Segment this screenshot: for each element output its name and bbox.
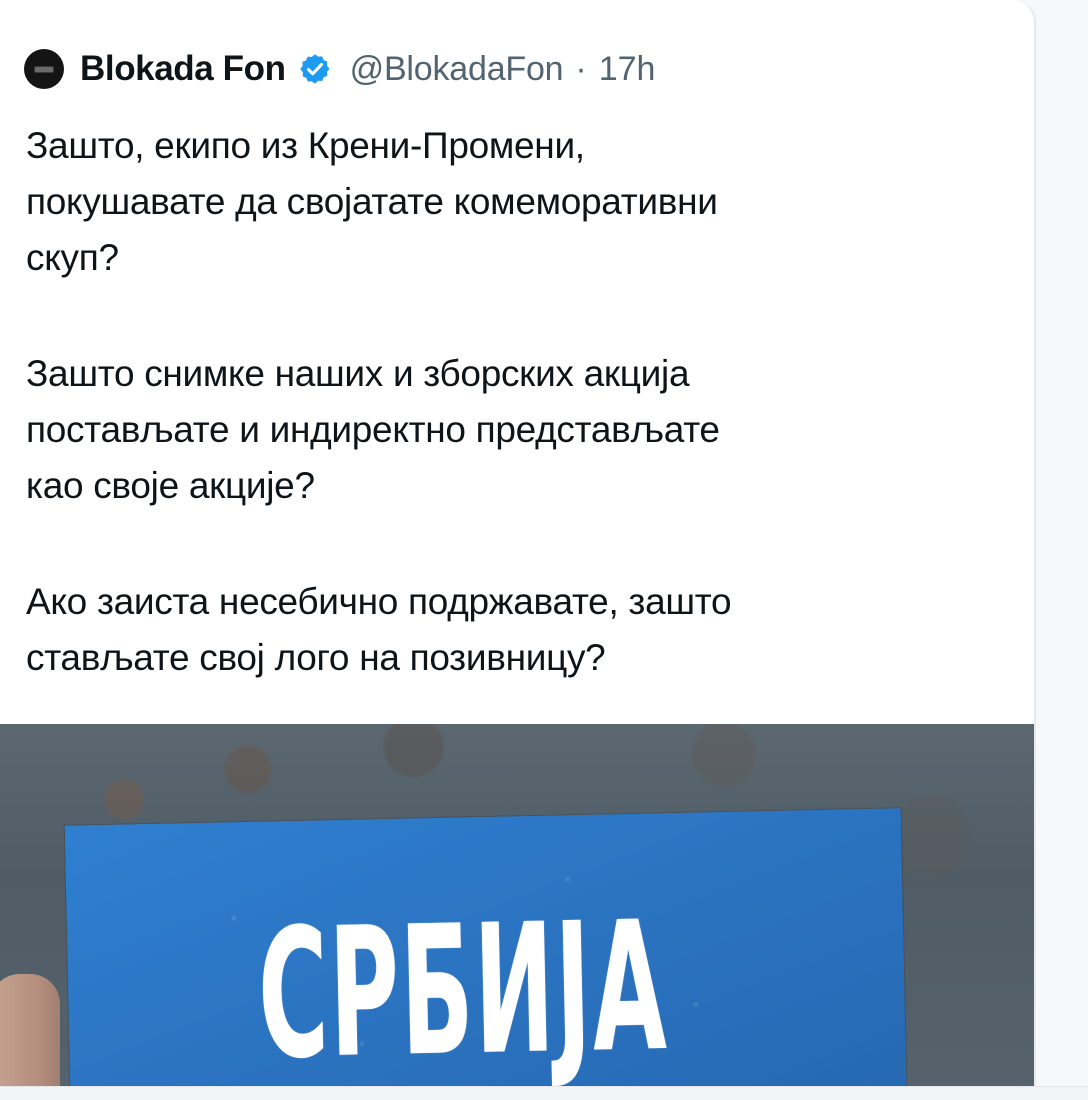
screenshot-page: Blokada Fon @BlokadaFon · 17h Зашто, еки… — [0, 0, 1088, 1100]
tweet-media-image[interactable]: СРБИЈА — [0, 724, 1034, 1100]
avatar-logo-icon — [35, 66, 53, 72]
poster-title: СРБИЈА — [256, 883, 670, 1100]
tweet-paragraph: Ако заиста несебично подржавате, зашто с… — [26, 581, 732, 678]
meta-separator: · — [575, 49, 587, 88]
finger-holding-poster — [0, 974, 60, 1100]
tweet-paragraph: Зашто, екипо из Крени-Промени, покушават… — [26, 125, 718, 278]
author-display-name[interactable]: Blokada Fon — [80, 49, 286, 89]
tweet-paragraph: Зашто снимке наших и зборских акција пос… — [26, 353, 720, 506]
blue-poster: СРБИЈА — [64, 808, 908, 1100]
tweet-timestamp[interactable]: 17h — [599, 50, 656, 89]
tweet-card[interactable]: Blokada Fon @BlokadaFon · 17h Зашто, еки… — [0, 0, 1036, 1100]
tweet-header: Blokada Fon @BlokadaFon · 17h — [24, 48, 655, 90]
avatar[interactable] — [24, 49, 64, 89]
author-handle[interactable]: @BlokadaFon — [350, 50, 564, 89]
bottom-divider — [0, 1086, 1088, 1100]
tweet-text: Зашто, екипо из Крени-Промени, покушават… — [26, 118, 1016, 746]
verified-badge-icon — [298, 52, 332, 86]
